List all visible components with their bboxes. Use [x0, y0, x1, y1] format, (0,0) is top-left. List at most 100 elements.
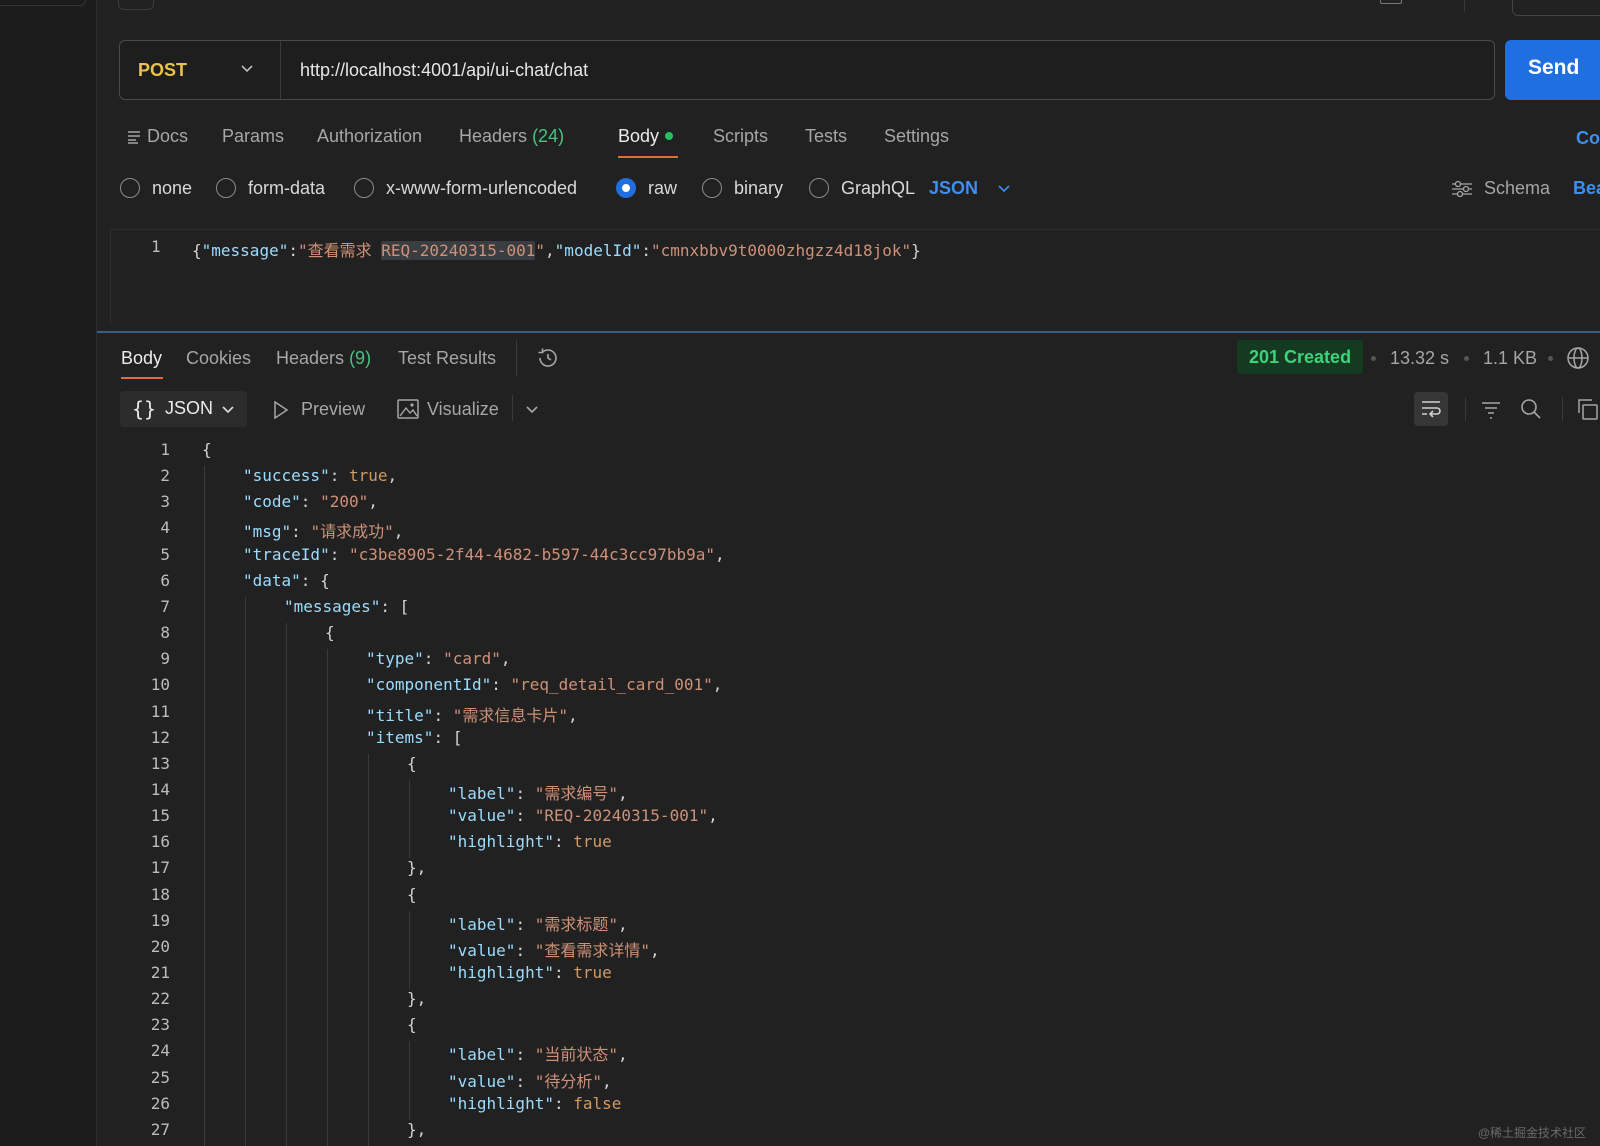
line-number: 11: [150, 701, 170, 721]
preview-button[interactable]: Preview: [301, 399, 365, 420]
tab-settings[interactable]: Settings: [884, 126, 949, 147]
tab-body[interactable]: Body: [618, 126, 674, 147]
json-string: ": [535, 241, 546, 260]
line-number: 13: [150, 753, 170, 773]
response-size[interactable]: 1.1 KB: [1483, 348, 1537, 369]
url-input[interactable]: http://localhost:4001/api/ui-chat/chat: [300, 60, 588, 81]
sidebar-stub: [0, 0, 86, 6]
code-text: "highlight": true: [448, 832, 612, 851]
response-body-editor[interactable]: 1{2 "success": true, 3 "code": "200", 4 "msg"…: [110, 440, 1600, 1146]
docs-icon: [128, 131, 140, 144]
line-number: 9: [160, 649, 170, 669]
radio-urlencoded[interactable]: [354, 178, 374, 198]
line-number: 12: [150, 727, 170, 747]
json-punct: :: [491, 675, 511, 695]
method-select[interactable]: POST: [120, 41, 281, 99]
response-time[interactable]: 13.32 s: [1390, 348, 1449, 369]
tab-tests[interactable]: Tests: [805, 126, 847, 147]
json-punct: :: [553, 832, 574, 852]
code-text: "type": "card",: [366, 649, 511, 668]
pane-divider[interactable]: [97, 331, 1600, 333]
schema-button[interactable]: Schema: [1484, 178, 1550, 199]
json-key: "success": [243, 466, 330, 486]
radio-form-data[interactable]: [216, 178, 236, 198]
schema-icon[interactable]: [1451, 180, 1473, 198]
tab-docs[interactable]: Docs: [147, 126, 188, 147]
toolbar-divider: [1465, 397, 1466, 421]
indent-guide: [245, 596, 246, 1146]
wrap-icon: [1422, 401, 1441, 418]
json-punct: ,: [712, 675, 723, 695]
json-string: "查看需求详情": [534, 940, 650, 960]
tab-scripts[interactable]: Scripts: [713, 126, 768, 147]
globe-icon[interactable]: [1566, 346, 1590, 370]
visualize-button[interactable]: Visualize: [427, 399, 499, 420]
code-text: "messages": [: [284, 597, 409, 616]
resp-tab-body[interactable]: Body: [121, 348, 162, 369]
radio-binary[interactable]: [702, 178, 722, 198]
resp-tab-test-results[interactable]: Test Results: [398, 348, 496, 369]
json-key: "label": [448, 1045, 516, 1065]
line-number: 3: [160, 492, 170, 512]
response-format-select[interactable]: {} JSON: [120, 391, 247, 427]
code-text: "label": "当前状态",: [448, 1041, 628, 1065]
json-punct: ,: [715, 544, 725, 564]
image-icon: [397, 399, 419, 419]
code-line: 16 "highlight": true: [110, 832, 1600, 858]
code-line: 18 {: [110, 885, 1600, 911]
json-key: "title": [366, 705, 434, 725]
meta-separator: [1548, 356, 1553, 361]
code-text: "value": "待分析",: [448, 1068, 612, 1092]
request-body-editor[interactable]: 1 {"message":"查看需求 REQ-20240315-001","mo…: [110, 229, 1600, 325]
json-punct: ,: [368, 492, 378, 512]
json-punct: :: [423, 649, 444, 669]
filter-button[interactable]: [1474, 392, 1508, 426]
line-number: 8: [160, 623, 170, 643]
resp-tab-cookies[interactable]: Cookies: [186, 348, 251, 369]
resp-tab-headers[interactable]: Headers (9): [276, 348, 371, 369]
code-line: 20 "value": "查看需求详情",: [110, 937, 1600, 963]
chevron-down-icon[interactable]: [996, 180, 1012, 196]
play-icon: [274, 401, 289, 419]
json-punct: ,: [617, 1045, 628, 1065]
json-punct: :: [515, 783, 535, 803]
copy-button[interactable]: [1570, 392, 1600, 426]
radio-none[interactable]: [120, 178, 140, 198]
search-button[interactable]: [1514, 392, 1548, 426]
json-key: "message": [201, 241, 289, 260]
tab-headers[interactable]: Headers (24): [459, 126, 564, 147]
json-punct: ,: [567, 705, 578, 725]
cookies-link[interactable]: Co: [1576, 128, 1600, 149]
tab-headers-count: (24): [532, 126, 565, 146]
send-button[interactable]: Send: [1505, 40, 1600, 100]
code-line: 19 "label": "需求标题",: [110, 911, 1600, 937]
code-line: 1{: [110, 440, 1600, 466]
save-icon[interactable]: [1380, 0, 1402, 4]
json-punct: {: [407, 884, 417, 904]
line-number: 14: [150, 779, 170, 799]
chevron-down-icon[interactable]: [524, 401, 540, 417]
radio-raw[interactable]: [616, 178, 636, 198]
json-punct: :: [553, 1093, 574, 1113]
radio-graphql[interactable]: [809, 178, 829, 198]
json-punct: },: [407, 989, 427, 1009]
json-punct: : [: [433, 727, 463, 747]
tab-params[interactable]: Params: [222, 126, 284, 147]
option-binary-label: binary: [734, 178, 784, 198]
top-strip: ⟵: [118, 0, 1600, 16]
indent-guide: [286, 623, 287, 1146]
history-icon[interactable]: [536, 346, 560, 370]
wrap-lines-button[interactable]: [1414, 392, 1448, 426]
raw-format-select[interactable]: JSON: [929, 178, 978, 199]
line-number: 17: [150, 858, 170, 878]
code-text: "value": "查看需求详情",: [448, 937, 660, 961]
back-arrow-icon[interactable]: ⟵: [118, 0, 154, 10]
beautify-link[interactable]: Bea: [1573, 178, 1600, 199]
json-key: "modelId": [554, 241, 642, 260]
top-right-button[interactable]: [1512, 0, 1600, 16]
status-badge[interactable]: 201 Created: [1237, 340, 1364, 374]
json-key: "code": [243, 492, 301, 512]
json-literal: true: [348, 466, 388, 486]
tab-authorization[interactable]: Authorization: [317, 126, 422, 147]
code-line: 17},: [110, 858, 1600, 884]
